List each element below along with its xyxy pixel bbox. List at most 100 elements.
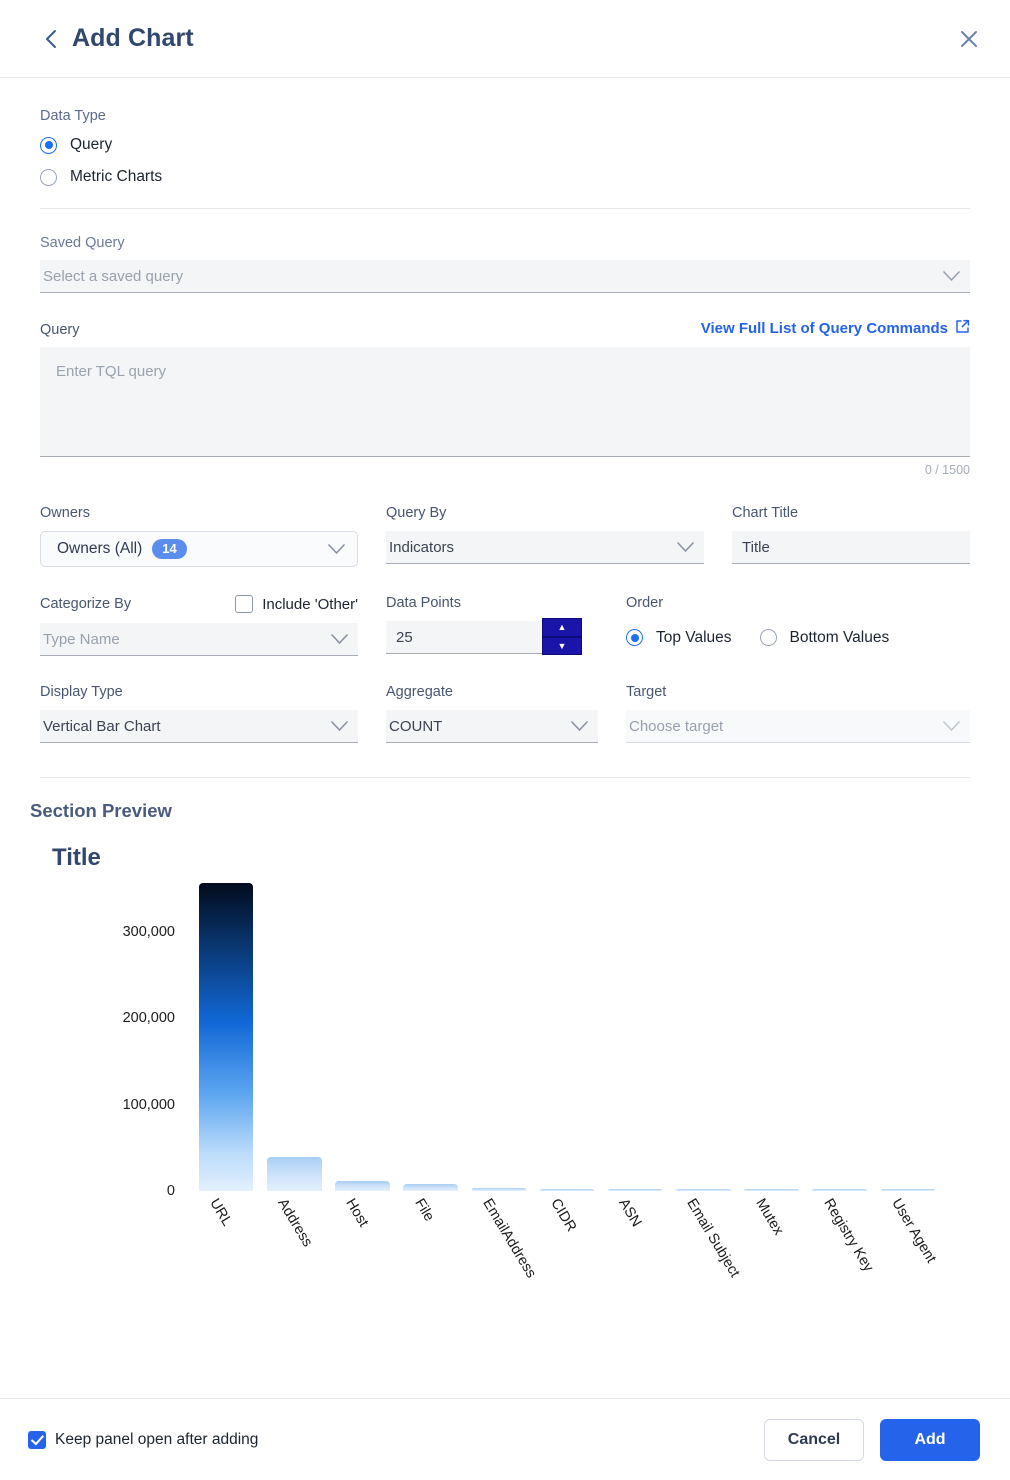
back-chevron-icon[interactable] — [40, 29, 60, 49]
target-value: Choose target — [629, 717, 724, 735]
saved-query-label: Saved Query — [40, 235, 125, 251]
chart-title-value: Title — [742, 538, 770, 556]
radio-top-values-indicator[interactable] — [626, 629, 643, 646]
data-points-stepper[interactable]: ▲ ▼ — [542, 618, 582, 655]
include-other-checkbox[interactable]: Include 'Other' — [235, 595, 358, 613]
cancel-button[interactable]: Cancel — [764, 1418, 864, 1461]
radio-top-values-label: Top Values — [656, 628, 732, 646]
owners-label: Owners — [40, 505, 90, 521]
chart-bar[interactable] — [539, 1188, 595, 1191]
radio-query-indicator[interactable] — [40, 136, 57, 154]
chart-bar[interactable] — [744, 1189, 799, 1191]
categorize-by-select[interactable]: Type Name — [40, 623, 358, 656]
query-placeholder: Enter TQL query — [56, 363, 167, 380]
categorize-by-value: Type Name — [43, 630, 120, 648]
data-type-group: Data Type Query Metric Charts — [40, 78, 970, 186]
query-by-select[interactable]: Indicators — [386, 531, 704, 564]
radio-metric-charts-indicator[interactable] — [40, 168, 57, 186]
chevron-down-icon — [331, 720, 348, 732]
query-header: Query View Full List of Query Commands — [40, 319, 970, 338]
x-axis-label: Host — [342, 1196, 372, 1230]
data-points-wrap: 25 ▲ ▼ — [386, 618, 582, 655]
display-type-select[interactable]: Vertical Bar Chart — [40, 710, 358, 743]
order-radio-group: Top Values Bottom Values — [626, 621, 970, 654]
query-commands-link[interactable]: View Full List of Query Commands — [701, 319, 970, 338]
chart-bar[interactable] — [471, 1188, 527, 1191]
close-icon[interactable] — [952, 22, 986, 56]
radio-bottom-values-indicator[interactable] — [759, 629, 777, 646]
x-axis-label: Email Subject — [683, 1196, 744, 1281]
aggregate-select[interactable]: COUNT — [386, 710, 598, 743]
external-link-icon — [955, 319, 970, 338]
chart-x-axis: URL Address Host File EmailAddress CIDR ASN Ema… — [192, 1196, 1010, 1316]
divider — [40, 777, 970, 778]
include-other-box[interactable] — [235, 595, 254, 613]
keep-panel-open-label: Keep panel open after adding — [55, 1430, 259, 1448]
x-axis-label: ASN — [615, 1196, 645, 1230]
target-select[interactable]: Choose target — [626, 710, 970, 743]
stepper-up-icon[interactable]: ▲ — [542, 618, 582, 637]
radio-bottom-values[interactable]: Bottom Values — [759, 629, 889, 647]
query-by-value: Indicators — [389, 538, 455, 556]
chart-bar[interactable] — [676, 1189, 731, 1191]
owners-value: Owners (All) — [57, 540, 143, 557]
x-axis-label: Registry Key — [820, 1196, 877, 1275]
saved-query-select[interactable]: Select a saved query — [40, 260, 970, 293]
radio-metric-charts[interactable]: Metric Charts — [40, 168, 970, 186]
order-label: Order — [626, 595, 664, 611]
query-commands-link-label: View Full List of Query Commands — [700, 320, 948, 337]
row-owners: Owners Owners (All) 14 Query By Indicato… — [40, 505, 970, 567]
chart-bar[interactable] — [607, 1188, 663, 1191]
x-axis-label: Address — [274, 1196, 316, 1250]
chevron-down-icon — [677, 541, 694, 553]
saved-query-value: Select a saved query — [43, 267, 184, 285]
data-points-field: Data Points 25 ▲ ▼ — [386, 595, 582, 656]
include-other-label: Include 'Other' — [262, 595, 358, 613]
radio-query[interactable]: Query — [40, 136, 970, 154]
chart-bar[interactable] — [812, 1189, 867, 1191]
chart-preview: 300,000 200,000 100,000 0 URL Address Host Fil… — [40, 880, 1010, 1281]
chart-title-input[interactable]: Title — [732, 531, 970, 564]
x-axis-label: File — [410, 1196, 437, 1225]
display-type-value: Vertical Bar Chart — [43, 717, 161, 735]
chart-plot-area — [192, 880, 1010, 1191]
add-button[interactable]: Add — [880, 1418, 980, 1461]
x-axis-label: User Agent — [888, 1196, 939, 1266]
chart-bar[interactable] — [335, 1181, 390, 1191]
order-field: Order Top Values Bottom Values — [626, 595, 970, 656]
chart-title-label: Chart Title — [732, 505, 799, 521]
page-title: Add Chart — [72, 24, 194, 52]
footer-buttons: Cancel Add — [764, 1418, 980, 1461]
owners-select[interactable]: Owners (All) 14 — [40, 531, 358, 567]
chevron-down-icon — [943, 720, 960, 732]
aggregate-value: COUNT — [389, 717, 443, 735]
y-axis-tick: 300,000 — [122, 923, 175, 940]
aggregate-field: Aggregate COUNT — [386, 684, 598, 743]
row-categorize: Categorize By Include 'Other' Type Name … — [40, 595, 970, 656]
panel-body: Data Type Query Metric Charts Saved Quer… — [0, 78, 1010, 1398]
x-axis-label: URL — [206, 1196, 236, 1230]
panel-footer: Keep panel open after adding Cancel Add — [0, 1398, 1010, 1480]
display-type-label: Display Type — [40, 684, 123, 700]
query-textarea[interactable]: Enter TQL query — [40, 347, 970, 457]
data-type-label: Data Type — [40, 108, 106, 124]
query-by-label: Query By — [386, 505, 447, 521]
add-chart-panel: Add Chart Data Type Query Metric Charts … — [0, 0, 1010, 1480]
chart-bar[interactable] — [198, 883, 254, 1191]
chart-bar[interactable] — [403, 1183, 458, 1191]
query-by-field: Query By Indicators — [386, 505, 704, 567]
target-field: Target Choose target — [626, 684, 970, 743]
divider — [40, 208, 970, 209]
radio-top-values[interactable]: Top Values — [626, 629, 732, 647]
chart-bar[interactable] — [267, 1157, 322, 1191]
stepper-down-icon[interactable]: ▼ — [542, 636, 582, 655]
chart-bar[interactable] — [880, 1189, 936, 1191]
chart-title-field: Chart Title Title — [732, 505, 970, 567]
keep-panel-open-box[interactable] — [28, 1430, 46, 1449]
y-axis-tick: 200,000 — [122, 1010, 175, 1027]
data-points-label: Data Points — [386, 595, 461, 611]
keep-panel-open-checkbox[interactable]: Keep panel open after adding — [28, 1430, 259, 1449]
query-char-counter: 0 / 1500 — [924, 463, 970, 477]
